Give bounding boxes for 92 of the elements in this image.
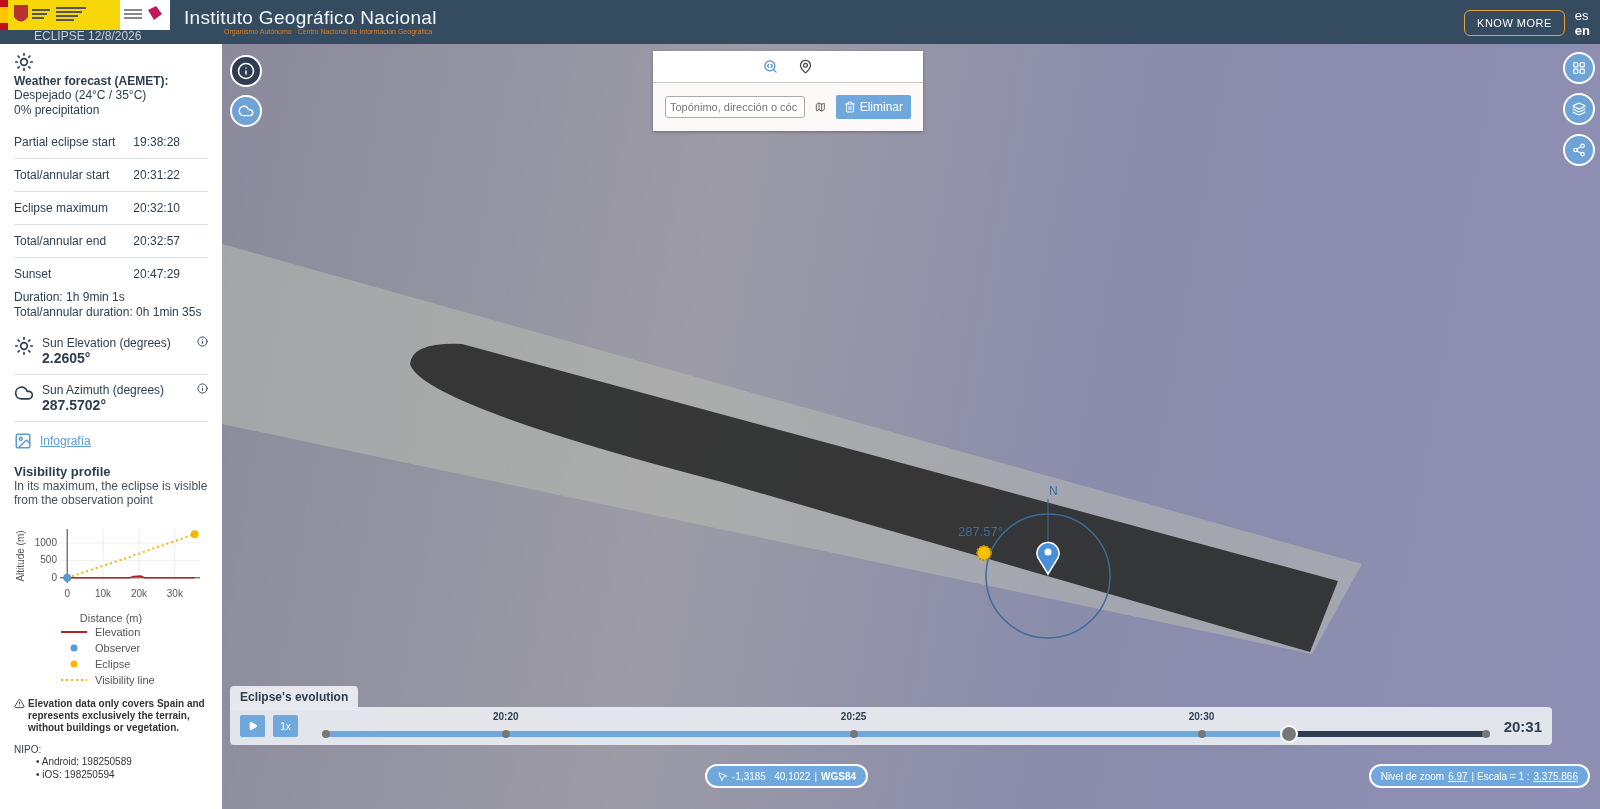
time-value: 20:32:57 xyxy=(133,234,180,248)
tick-label: 20:30 xyxy=(1188,711,1215,722)
legend-label: Observer xyxy=(95,642,141,654)
tick-label: 20:20 xyxy=(492,711,519,722)
coordinates-text: -1,3185 40,1022 xyxy=(732,770,811,782)
image-icon xyxy=(14,432,32,450)
legend-label: Eclipse xyxy=(95,658,131,670)
cloud-icon xyxy=(14,383,34,403)
tick-mark xyxy=(1481,730,1490,738)
timeline-title: Eclipse's evolution xyxy=(230,686,359,710)
nipo-label: NIPO: xyxy=(14,744,43,755)
tick-mark xyxy=(849,730,858,738)
time-label: Partial eclipse start xyxy=(14,135,116,149)
tick-mark xyxy=(1197,730,1206,738)
info-icon xyxy=(197,336,208,347)
separator-text: | xyxy=(814,770,817,782)
section-title: Visibility profile xyxy=(14,464,112,479)
time-value: 19:38:28 xyxy=(133,135,180,149)
legend-swatch xyxy=(61,628,87,636)
tick-label: 30k xyxy=(166,588,183,599)
metric-value: 2.2605° xyxy=(42,350,92,366)
tick-mark xyxy=(322,730,330,738)
crs-text: WGS84 xyxy=(821,770,857,782)
profile-text: In its maximum, the eclipse is visible from the observation point xyxy=(14,479,208,507)
scale-link[interactable]: 3.375.866 xyxy=(1533,770,1578,782)
legend-label: Visibility line xyxy=(95,674,155,686)
time-label: Total/annular end xyxy=(14,234,107,248)
warning-note: Elevation data only covers Spain and represents exclusively the terrain, without buildings or vegetation. xyxy=(28,698,206,734)
metric-label: Sun Azimuth (degrees) xyxy=(42,383,166,397)
time-value: 20:32:10 xyxy=(133,201,180,215)
info-icon xyxy=(237,62,255,80)
duration-text: Duration: 1h 9min 1s xyxy=(14,290,126,305)
tick-label: 10k xyxy=(95,588,112,599)
current-time: 20:31 xyxy=(1503,717,1542,735)
language-option[interactable]: es xyxy=(1574,8,1590,23)
timeline-slider[interactable]: 20:20 20:25 20:30 xyxy=(326,709,1486,743)
time-label: Total/annular start xyxy=(14,168,110,182)
scale-label: | Escala = 1 : xyxy=(1471,770,1530,782)
time-label: Sunset xyxy=(14,267,52,281)
play-button[interactable] xyxy=(240,715,265,737)
location-pin-icon xyxy=(1036,541,1060,575)
layers-icon xyxy=(1572,102,1586,116)
weather-text: Despejado (24°C / 35°C) xyxy=(14,88,148,103)
time-value: 20:31:22 xyxy=(133,168,180,182)
data-point xyxy=(63,573,72,582)
slider-thumb[interactable] xyxy=(1280,725,1299,743)
north-label: N xyxy=(1049,484,1058,498)
tick-label: 20k xyxy=(130,588,148,599)
duration-text: Total/annular duration: 0h 1min 35s xyxy=(14,305,203,320)
legend-label: Elevation xyxy=(95,626,141,638)
time-label: Eclipse maximum xyxy=(14,201,109,215)
warning-icon xyxy=(14,698,25,709)
y-axis xyxy=(66,528,68,584)
tick-label: 20:25 xyxy=(840,711,867,722)
search-tab[interactable] xyxy=(761,57,780,76)
play-icon xyxy=(247,721,258,731)
sun-icon xyxy=(14,52,34,72)
sun-marker-icon xyxy=(976,545,992,561)
nipo-item: • iOS: 198250594 xyxy=(36,768,116,781)
zoom-link[interactable]: 6.97 xyxy=(1448,770,1468,782)
tick-label: 500 xyxy=(40,554,57,566)
legend-swatch xyxy=(61,676,87,684)
app-title: ECLIPSE 12/8/2026 xyxy=(34,29,142,43)
tick-label: 0 xyxy=(51,571,57,583)
search-field[interactable]: Topónimo, dirección o cóc xyxy=(665,96,805,118)
metric-label: Sun Elevation (degrees) xyxy=(42,336,172,350)
site-title: Instituto Geográfico Nacional xyxy=(184,8,437,28)
nipo-item: • Android: 198250589 xyxy=(36,755,133,768)
zoom-label: Nivel de zoom xyxy=(1380,770,1445,782)
tick-label: 0 xyxy=(64,588,70,599)
delete-button[interactable]: Eliminar xyxy=(835,95,911,119)
tick-label: 1000 xyxy=(34,536,57,548)
azimuth-label: 287.57° xyxy=(958,524,1003,539)
speed-button[interactable]: 1x xyxy=(273,715,298,737)
grid-icon xyxy=(1572,61,1586,75)
tick-mark xyxy=(501,730,510,738)
language-option[interactable]: en xyxy=(1574,23,1590,38)
weather-text: 0% precipitation xyxy=(14,103,101,118)
infographic-link[interactable]: Infografía xyxy=(40,434,91,448)
trash-icon xyxy=(843,101,856,113)
time-value: 20:47:29 xyxy=(133,267,180,281)
data-point xyxy=(190,530,199,539)
cloud-icon xyxy=(238,103,254,119)
axis-title: Distance (m) xyxy=(79,612,143,624)
info-icon xyxy=(197,383,208,394)
metric-value: 287.5702° xyxy=(42,397,107,413)
know-more-button[interactable]: KNOW MORE xyxy=(1464,10,1565,36)
share-icon xyxy=(1572,143,1586,157)
weather-title: Weather forecast (AEMET): xyxy=(14,74,170,88)
axis-title: Altitude (m) xyxy=(15,530,26,582)
cursor-icon xyxy=(717,770,728,782)
sun-icon xyxy=(14,336,34,356)
